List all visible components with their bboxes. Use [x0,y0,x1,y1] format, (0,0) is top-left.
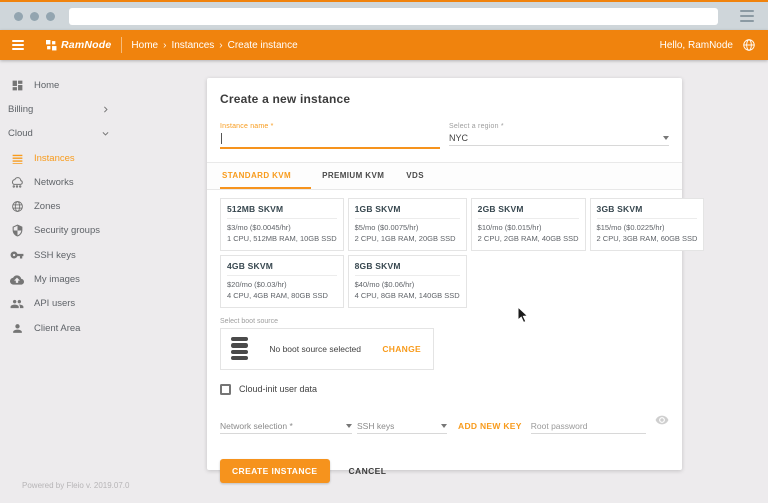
api-users-icon [10,297,24,311]
window-controls[interactable] [14,11,55,21]
chevron-down-icon [441,423,447,428]
breadcrumb-instances[interactable]: Instances [171,40,214,51]
plan-card-512mb[interactable]: 512MB SKVM $3/mo ($0.0045/hr) 1 CPU, 512… [220,198,344,251]
client-area-icon [10,321,24,335]
sidebar-item-networks[interactable]: Networks [0,170,200,194]
page-title: Create a new instance [220,92,351,106]
boot-source-box: No boot source selected CHANGE [220,327,434,370]
boot-source-status: No boot source selected [269,343,362,354]
boot-source-label: Select boot source [220,317,278,325]
user-greeting[interactable]: Hello, RamNode [660,40,733,51]
cloud-init-label: Cloud-init user data [239,384,318,394]
cancel-button[interactable]: CANCEL [349,466,387,476]
window-dot[interactable] [14,11,23,21]
window-dot[interactable] [30,11,39,21]
region-select[interactable]: NYC [449,130,669,146]
cloud-init-checkbox[interactable] [220,383,231,395]
breadcrumb-create-instance: Create instance [227,39,298,51]
browser-chrome [0,2,768,30]
change-boot-source-button[interactable]: CHANGE [382,344,421,354]
tab-vds[interactable]: VDS [395,163,435,189]
sidebar-item-billing[interactable]: Billing [0,97,112,121]
tab-standard-kvm[interactable]: STANDARD KVM [220,163,312,189]
sidebar-item-api-users[interactable]: API users [0,292,200,316]
page: RamNode Home › Instances › Create instan… [0,0,768,503]
url-bar[interactable] [69,7,718,25]
sidebar-item-client-area[interactable]: Client Area [0,316,200,340]
region-label: Select a region * [449,123,504,130]
main-area: Create a new instance Instance name * Se… [200,60,768,501]
dashboard-icon [10,78,24,92]
breadcrumb-home[interactable]: Home [131,40,158,51]
network-selection-select[interactable]: Network selection * [220,419,352,434]
app-header: RamNode Home › Instances › Create instan… [0,30,768,60]
chevron-right-icon [98,102,112,116]
show-password-icon[interactable] [655,413,669,432]
tab-premium-kvm[interactable]: PREMIUM KVM [311,163,395,189]
plan-card-4gb[interactable]: 4GB SKVM $20/mo ($0.03/hr) 4 CPU, 4GB RA… [220,254,344,308]
region-value: NYC [449,132,469,143]
breadcrumb-separator: › [163,39,167,51]
plan-card-2gb[interactable]: 2GB SKVM $10/mo ($0.015/hr) 2 CPU, 2GB R… [470,198,586,251]
chevron-down-icon [663,135,669,140]
plan-card-1gb[interactable]: 1GB SKVM $5/mo ($0.0075/hr) 2 CPU, 1GB R… [347,198,467,251]
database-icon [231,337,248,360]
ssh-keys-icon [10,248,24,262]
ramnode-logo-icon [46,39,57,51]
text-cursor [221,133,222,144]
chevron-down-icon [98,127,112,141]
ssh-keys-select[interactable]: SSH keys [357,419,447,434]
region-field: Select a region * NYC [449,123,669,149]
browser-menu-icon[interactable] [740,10,754,22]
sidebar-item-ssh-keys[interactable]: SSH keys [0,243,200,267]
create-instance-button[interactable]: CREATE INSTANCE [220,458,330,483]
globe-icon[interactable] [742,38,756,52]
breadcrumb-separator: › [219,39,223,51]
plan-card-3gb[interactable]: 3GB SKVM $15/mo ($0.0225/hr) 2 CPU, 3GB … [589,198,705,251]
instance-name-label: Instance name * [220,123,274,130]
ramnode-logo[interactable]: RamNode [46,39,111,51]
instance-name-input[interactable] [220,133,440,149]
sidebar-item-security-groups[interactable]: Security groups [0,219,200,243]
security-groups-icon [10,224,24,238]
zones-icon [10,200,24,214]
plan-card-8gb[interactable]: 8GB SKVM $40/mo ($0.06/hr) 4 CPU, 8GB RA… [347,254,467,308]
add-new-key-button[interactable]: ADD NEW KEY [458,421,522,431]
chevron-down-icon [346,423,352,428]
plan-tabs: STANDARD KVM PREMIUM KVM VDS [207,163,682,190]
powered-by-text: Powered by Fleio v. 2019.07.0 [22,481,130,490]
my-images-icon [10,273,24,287]
window-dot[interactable] [46,11,55,21]
sidebar-item-home[interactable]: Home [0,73,200,97]
instances-icon [10,151,24,165]
create-instance-card: Create a new instance Instance name * Se… [207,78,705,483]
sidebar-item-zones[interactable]: Zones [0,194,200,218]
menu-icon[interactable] [12,39,24,51]
sidebar-item-cloud[interactable]: Cloud [0,122,112,146]
sidebar-item-instances[interactable]: Instances [0,146,200,170]
root-password-input[interactable] [530,418,646,434]
header-divider [121,37,123,53]
instance-name-field: Instance name * [220,123,440,149]
sidebar-item-my-images[interactable]: My images [0,267,200,291]
logo-text: RamNode [61,39,112,51]
plan-grid: 512MB SKVM $3/mo ($0.0045/hr) 1 CPU, 512… [220,198,705,308]
sidebar: Home Billing Cloud Instances Networks Zo… [0,60,200,501]
breadcrumb: Home › Instances › Create instance [131,40,297,51]
networks-icon [10,175,24,189]
